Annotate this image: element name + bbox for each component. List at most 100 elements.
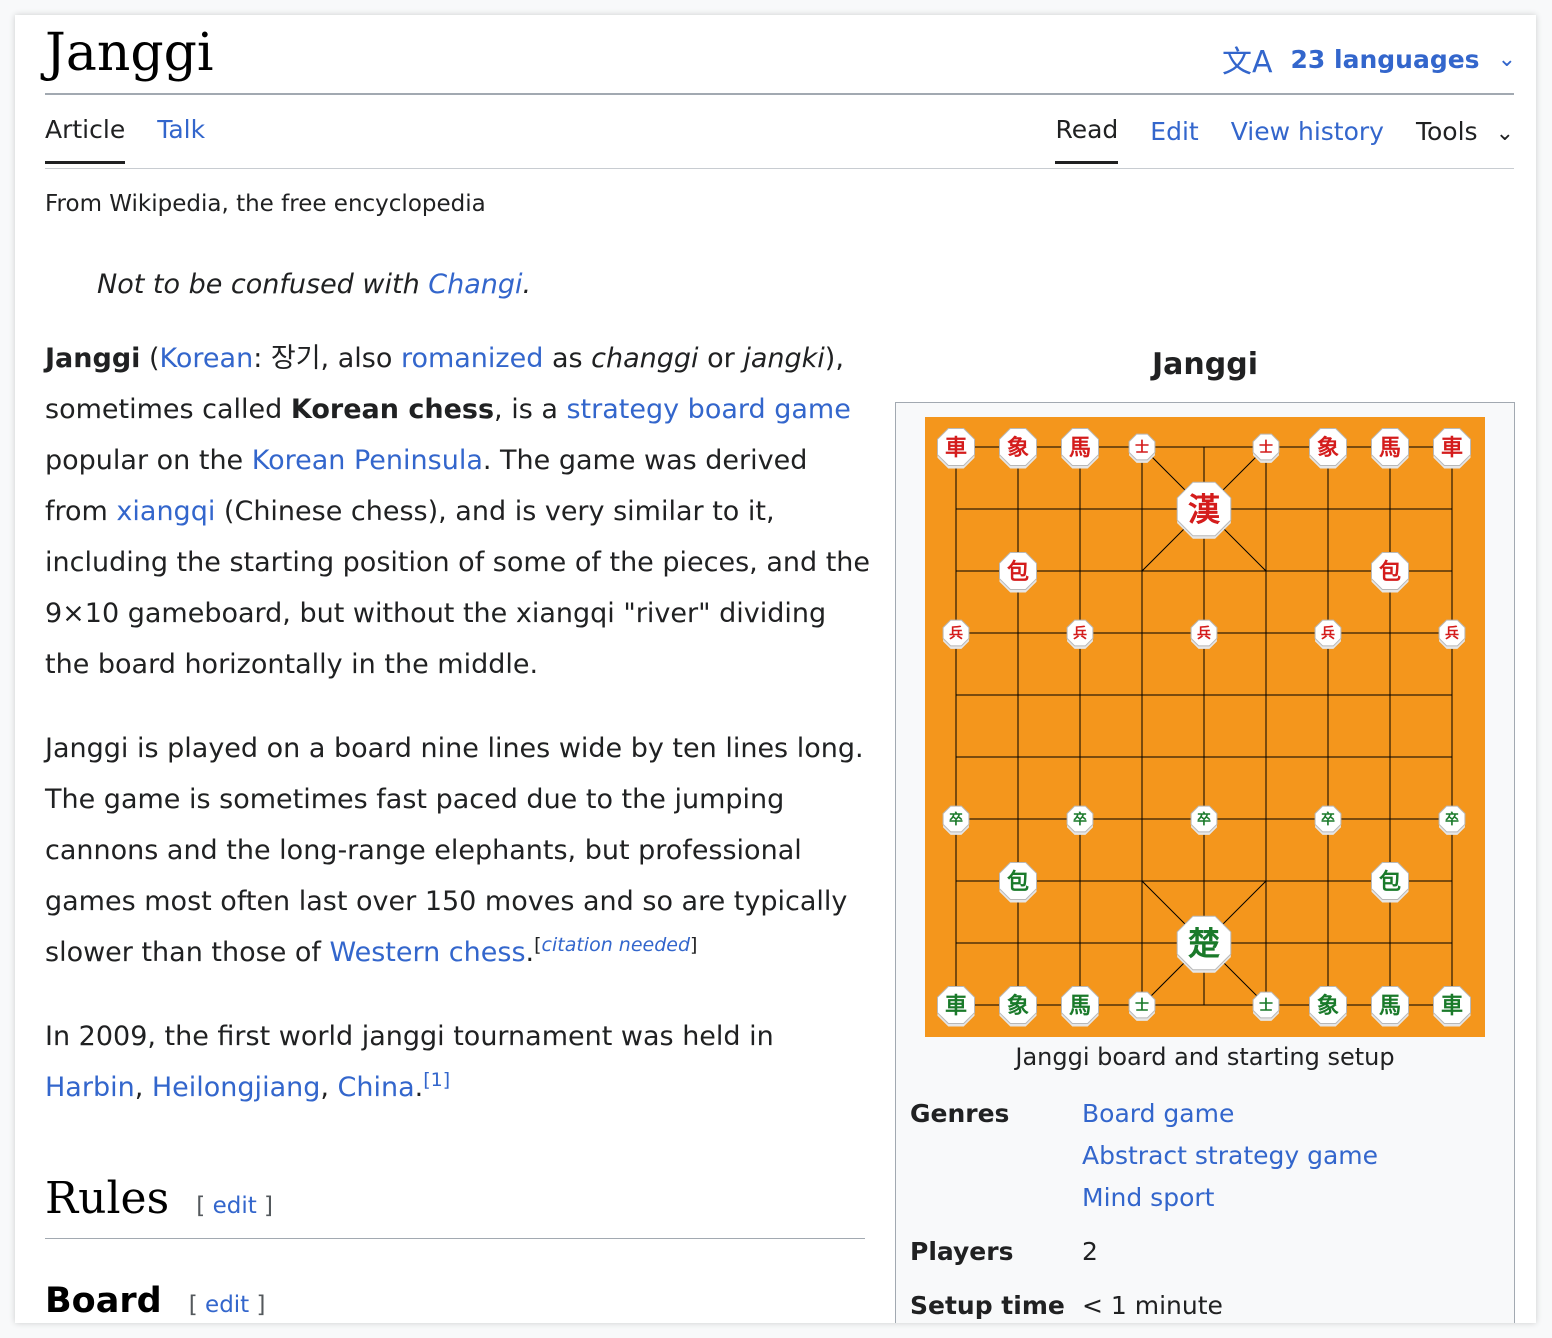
chevron-down-icon: ⌄ <box>1495 120 1514 146</box>
paragraph-tournament: In 2009, the first world janggi tourname… <box>45 1011 875 1113</box>
tab-edit[interactable]: Edit <box>1150 117 1198 163</box>
infobox-row-setup-time: Setup time < 1 minute <box>910 1285 1378 1323</box>
italic-changgi: changgi <box>591 343 699 374</box>
bracket: ] <box>249 1292 266 1318</box>
heading-rules: Rules <box>45 1173 170 1224</box>
link-changi[interactable]: Changi <box>428 269 522 300</box>
green-piece-glyph: 馬 <box>1379 994 1401 1019</box>
tools-menu[interactable]: Tools ⌄ <box>1416 117 1514 163</box>
green-piece-glyph: 馬 <box>1069 994 1091 1019</box>
tab-article[interactable]: Article <box>45 115 126 164</box>
value-players: 2 <box>1082 1237 1098 1266</box>
bracket: [ <box>196 1193 213 1219</box>
article-body: Janggi (Korean: 장기, also romanized as ch… <box>45 333 875 1146</box>
green-piece-glyph: 包 <box>1007 869 1029 895</box>
janggi-board-image[interactable]: 車象馬士士象馬車漢包包兵兵兵兵兵卒卒卒卒卒包包楚車象馬士士象馬車 <box>925 417 1485 1037</box>
green-piece-glyph: 卒 <box>1197 811 1211 828</box>
text: , <box>320 1072 338 1103</box>
green-piece-glyph: 士 <box>1259 997 1273 1014</box>
namespace-tabs: Article Talk <box>45 115 205 164</box>
janggi-board: 車象馬士士象馬車漢包 包兵兵兵兵兵卒卒卒卒卒包 包楚車象馬士士象馬車 <box>925 417 1485 1037</box>
section-heading-board: Board [ edit ] <box>45 1281 266 1321</box>
infobox-row-players: Players 2 <box>910 1231 1378 1273</box>
green-piece-glyph: 象 <box>1007 993 1029 1019</box>
red-piece-glyph: 士 <box>1259 439 1273 456</box>
text: ( <box>140 343 160 374</box>
red-piece-glyph: 兵 <box>1445 625 1459 642</box>
label-setup-time: Setup time <box>910 1291 1065 1320</box>
bold-korean-chess: Korean chess <box>290 394 495 425</box>
edit-link-rules[interactable]: edit <box>213 1193 257 1219</box>
translate-icon: 文A <box>1222 45 1273 80</box>
red-piece-glyph: 包 <box>1007 559 1029 585</box>
green-piece-glyph: 卒 <box>1321 811 1335 828</box>
text: or <box>698 343 744 374</box>
tools-label: Tools <box>1415 116 1478 146</box>
link-heilongjiang[interactable]: Heilongjiang <box>152 1072 321 1103</box>
red-piece-glyph: 兵 <box>1197 625 1211 642</box>
green-piece-glyph: 卒 <box>1073 811 1087 828</box>
link-strategy-board-game[interactable]: strategy board game <box>566 394 850 425</box>
infobox-title: Janggi <box>1152 347 1258 382</box>
link-xiangqi[interactable]: xiangqi <box>116 496 215 527</box>
value-setup-time: < 1 minute <box>1082 1291 1223 1320</box>
red-piece-glyph: 兵 <box>949 625 963 642</box>
edit-link-board[interactable]: edit <box>205 1292 249 1318</box>
link-korean-peninsula[interactable]: Korean Peninsula <box>252 445 483 476</box>
paragraph-gameplay: Janggi is played on a board nine lines w… <box>45 723 875 978</box>
value-genres: Board game Abstract strategy game Mind s… <box>1082 1093 1378 1219</box>
link-citation-needed[interactable]: citation needed <box>542 934 690 956</box>
red-piece-glyph: 馬 <box>1379 436 1401 461</box>
link-romanized[interactable]: romanized <box>401 343 543 374</box>
red-piece-glyph: 象 <box>1007 435 1029 461</box>
red-piece-glyph: 包 <box>1379 559 1401 585</box>
bold-janggi: Janggi <box>45 343 141 374</box>
link-china[interactable]: China <box>338 1072 415 1103</box>
green-piece-glyph: 包 <box>1379 869 1401 895</box>
link-abstract-strategy-game[interactable]: Abstract strategy game <box>1082 1141 1378 1170</box>
red-piece-glyph: 馬 <box>1069 436 1091 461</box>
hatnote-period: . <box>522 269 532 300</box>
bracket: [ <box>188 1292 206 1318</box>
label-genres: Genres <box>910 1099 1010 1128</box>
section-edit-rules: [ edit ] <box>196 1193 273 1219</box>
green-piece-glyph: 卒 <box>949 811 963 828</box>
image-caption: Janggi board and starting setup <box>1015 1043 1395 1071</box>
text: : 장기, also <box>253 343 401 374</box>
page-title: Janggi <box>45 23 214 83</box>
text: popular on the <box>45 445 252 476</box>
tab-read[interactable]: Read <box>1055 115 1119 164</box>
link-board-game[interactable]: Board game <box>1082 1099 1234 1128</box>
infobox: 車象馬士士象馬車漢包包兵兵兵兵兵卒卒卒卒卒包包楚車象馬士士象馬車 Janggi … <box>895 402 1515 1323</box>
text: , <box>134 1072 152 1103</box>
chevron-down-icon: ⌄ <box>1497 46 1516 72</box>
reference-1[interactable]: [1] <box>423 1069 450 1091</box>
tabs-divider <box>45 168 1514 169</box>
text: , is a <box>494 394 567 425</box>
tab-view-history[interactable]: View history <box>1231 117 1384 163</box>
red-piece-glyph: 兵 <box>1073 625 1087 642</box>
text: as <box>543 343 592 374</box>
red-piece-glyph: 車 <box>1441 436 1463 461</box>
link-korean[interactable]: Korean <box>160 343 254 374</box>
text: Janggi is played on a board nine lines w… <box>45 733 864 968</box>
link-western-chess[interactable]: Western chess <box>330 937 526 968</box>
page-sheet: Janggi 文A 23 languages ⌄ Article Talk Re… <box>15 15 1536 1323</box>
link-harbin[interactable]: Harbin <box>45 1072 135 1103</box>
red-piece-glyph: 漢 <box>1188 491 1221 529</box>
green-piece-glyph: 象 <box>1317 993 1339 1019</box>
section-heading-rules: Rules [ edit ] <box>45 1173 865 1239</box>
infobox-rows: Genres Board game Abstract strategy game… <box>910 1093 1378 1323</box>
hatnote: Not to be confused with Changi. <box>97 269 531 300</box>
view-tabs: Read Edit View history Tools ⌄ <box>1055 115 1514 164</box>
red-piece-glyph: 車 <box>945 436 967 461</box>
language-selector[interactable]: 文A 23 languages ⌄ <box>1222 37 1516 81</box>
tab-talk[interactable]: Talk <box>157 115 205 164</box>
title-divider <box>45 93 1514 95</box>
link-mind-sport[interactable]: Mind sport <box>1082 1183 1214 1212</box>
label-players: Players <box>910 1237 1014 1266</box>
red-piece-glyph: 象 <box>1317 435 1339 461</box>
infobox-row-genres: Genres Board game Abstract strategy game… <box>910 1093 1378 1219</box>
heading-board: Board <box>45 1281 162 1321</box>
languages-label: 23 languages <box>1290 44 1480 74</box>
